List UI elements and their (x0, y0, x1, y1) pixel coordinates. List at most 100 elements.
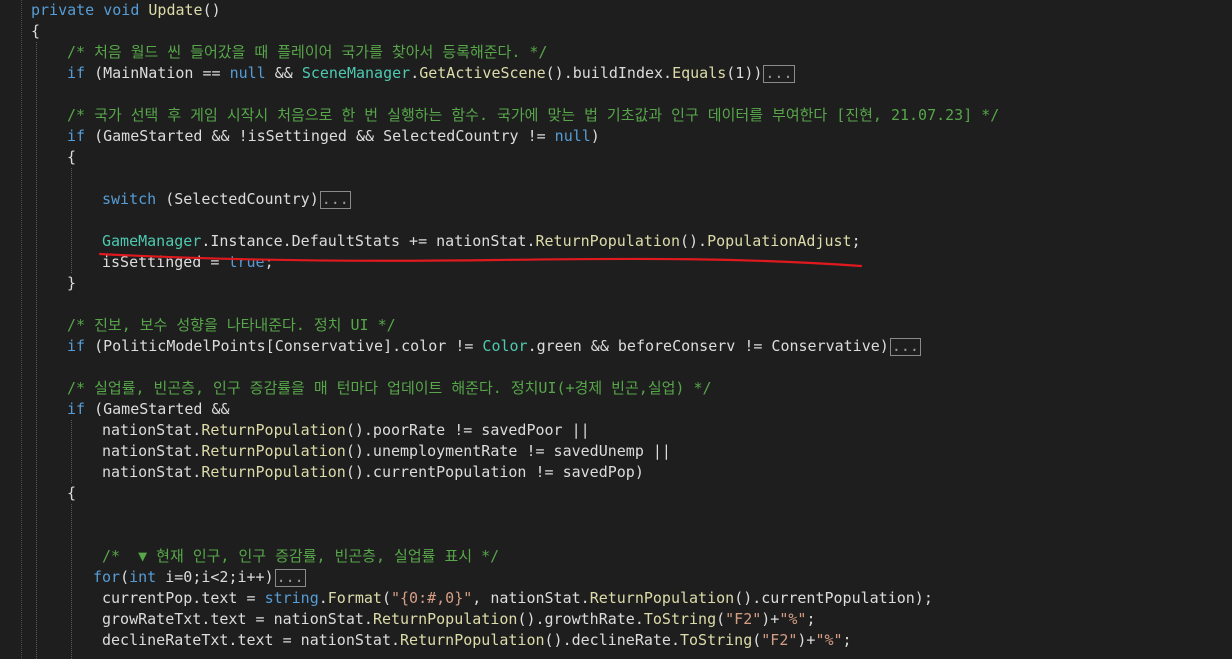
code-token: nationStat. (102, 463, 202, 481)
code-token: null (554, 127, 591, 145)
code-token: GetActiveScene (419, 64, 546, 82)
code-token: ReturnPopulation (400, 631, 545, 649)
code-token: growRateTxt.text = nationStat. (102, 610, 373, 628)
code-line[interactable]: currentPop.text = string.Format("{0:#,0}… (102, 588, 933, 609)
code-line[interactable]: if (PoliticModelPoints[Conservative].col… (67, 336, 921, 357)
code-token: )+ (761, 610, 780, 628)
code-token: ().currentPopulation != savedPop) (345, 463, 644, 481)
code-token: ; (842, 631, 852, 649)
code-line[interactable]: /* 처음 월드 씬 들어갔을 때 플레이어 국가를 찾아서 등록해준다. */ (67, 42, 547, 63)
code-token: ( (716, 610, 726, 628)
red-underline-annotation (98, 252, 863, 268)
code-token: ().buildIndex. (545, 64, 673, 82)
code-token: "F2" (725, 610, 762, 628)
code-token: Color (482, 337, 528, 355)
code-token: void (103, 1, 140, 19)
code-token: nationStat. (102, 442, 202, 460)
code-token: } (67, 274, 77, 292)
code-token: ) (590, 127, 600, 145)
code-token: ReturnPopulation (201, 463, 346, 481)
code-token: SceneManager (301, 64, 411, 82)
code-token: ().unemploymentRate != savedUnemp || (345, 442, 671, 460)
indent-guide-if-block-2 (71, 504, 72, 659)
code-token: /* 국가 선택 후 게임 시작시 처음으로 한 번 실행하는 함수. 국가에 … (67, 106, 1000, 124)
collapsed-region-marker[interactable]: ... (319, 190, 351, 209)
indent-guide-if-block-1 (71, 168, 72, 273)
code-line[interactable]: /* 진보, 보수 성향을 나타내준다. 정치 UI */ (67, 315, 396, 336)
code-token: { (67, 484, 77, 502)
code-editor[interactable]: private void Update(){/* 처음 월드 씬 들어갔을 때 … (0, 0, 1232, 659)
code-token: if (67, 337, 86, 355)
indent-guide-if-conditions (71, 420, 72, 483)
code-token: (GameStarted && (85, 400, 230, 418)
indent-guide-method (36, 42, 37, 659)
code-line[interactable]: switch (SelectedCountry)... (102, 189, 351, 210)
code-token: )+ (797, 631, 816, 649)
code-line[interactable]: { (67, 147, 76, 168)
code-token: switch (102, 190, 157, 208)
code-line[interactable]: /* 국가 선택 후 게임 시작시 처음으로 한 번 실행하는 함수. 국가에 … (67, 105, 999, 126)
code-token: "%" (815, 631, 843, 649)
code-line[interactable]: nationStat.ReturnPopulation().unemployme… (102, 441, 671, 462)
code-line[interactable]: growRateTxt.text = nationStat.ReturnPopu… (102, 609, 815, 630)
code-token: (MainNation == (85, 64, 230, 82)
code-token: ReturnPopulation (372, 610, 518, 628)
code-token: ().currentPopulation); (734, 589, 933, 607)
code-token: ().poorRate != savedPoor || (345, 421, 590, 439)
code-token: Format (327, 589, 382, 607)
code-line[interactable]: private void Update() (31, 0, 221, 21)
code-token: ReturnPopulation (201, 442, 346, 460)
code-token: string (264, 589, 319, 607)
code-token: ().growthRate. (517, 610, 644, 628)
code-token: (SelectedCountry) (156, 190, 319, 208)
code-line[interactable]: { (31, 21, 40, 42)
code-token: /* 처음 월드 씬 들어갔을 때 플레이어 국가를 찾아서 등록해준다. */ (67, 43, 548, 61)
code-token: /* ▼ 현재 인구, 인구 증감률, 빈곤층, 실업률 표시 */ (102, 547, 500, 565)
code-token: if (67, 127, 86, 145)
code-token: ToString (679, 631, 753, 649)
code-line[interactable]: { (67, 483, 76, 504)
code-token: () (202, 1, 221, 19)
code-line[interactable]: if (GameStarted && !isSettinged && Selec… (67, 126, 600, 147)
collapsed-region-marker[interactable]: ... (763, 64, 795, 83)
code-line[interactable]: nationStat.ReturnPopulation().poorRate !… (102, 420, 590, 441)
code-token: currentPop.text = (102, 589, 265, 607)
outline-margin (21, 0, 23, 659)
code-token: if (67, 400, 86, 418)
code-token: ( (752, 631, 762, 649)
code-token: null (229, 64, 266, 82)
code-line[interactable]: declineRateTxt.text = nationStat.ReturnP… (102, 630, 852, 651)
code-token: Update (148, 1, 203, 19)
code-token: for (93, 568, 121, 586)
collapsed-region-marker[interactable]: ... (274, 568, 306, 587)
code-line[interactable]: /* ▼ 현재 인구, 인구 증감률, 빈곤층, 실업률 표시 */ (102, 546, 499, 567)
code-token: private (31, 1, 95, 19)
code-token: (GameStarted && !isSettinged && Selected… (85, 127, 555, 145)
code-token: /* 진보, 보수 성향을 나타내준다. 정치 UI */ (67, 316, 396, 334)
code-token: int (129, 568, 157, 586)
code-token: ReturnPopulation (201, 421, 346, 439)
code-token: if (67, 64, 86, 82)
collapsed-region-marker[interactable]: ... (889, 337, 921, 356)
code-line[interactable]: if (GameStarted && (67, 399, 230, 420)
code-token: "%" (779, 610, 807, 628)
code-token: declineRateTxt.text = nationStat. (102, 631, 401, 649)
code-token: nationStat. (102, 421, 202, 439)
code-line[interactable]: } (67, 273, 76, 294)
code-line[interactable]: if (MainNation == null && SceneManager.G… (67, 63, 795, 84)
code-token: Equals (672, 64, 727, 82)
code-token: "{0:#,0}" (391, 589, 473, 607)
code-token: (PoliticModelPoints[Conservative].color … (85, 337, 483, 355)
code-token: && (265, 64, 302, 82)
code-token: { (31, 22, 41, 40)
code-token: ToString (643, 610, 717, 628)
code-line[interactable]: nationStat.ReturnPopulation().currentPop… (102, 462, 644, 483)
code-line[interactable]: /* 실업률, 빈곤층, 인구 증감률을 매 턴마다 업데이트 해준다. 정치U… (67, 378, 712, 399)
code-line[interactable]: for(int i=0;i<2;i++)... (93, 567, 306, 588)
code-token: . (318, 589, 328, 607)
code-token: ReturnPopulation (589, 589, 735, 607)
code-token: ; (806, 610, 816, 628)
code-token: /* 실업률, 빈곤층, 인구 증감률을 매 턴마다 업데이트 해준다. 정치U… (67, 379, 712, 397)
code-token: i=0;i<2;i++) (156, 568, 274, 586)
